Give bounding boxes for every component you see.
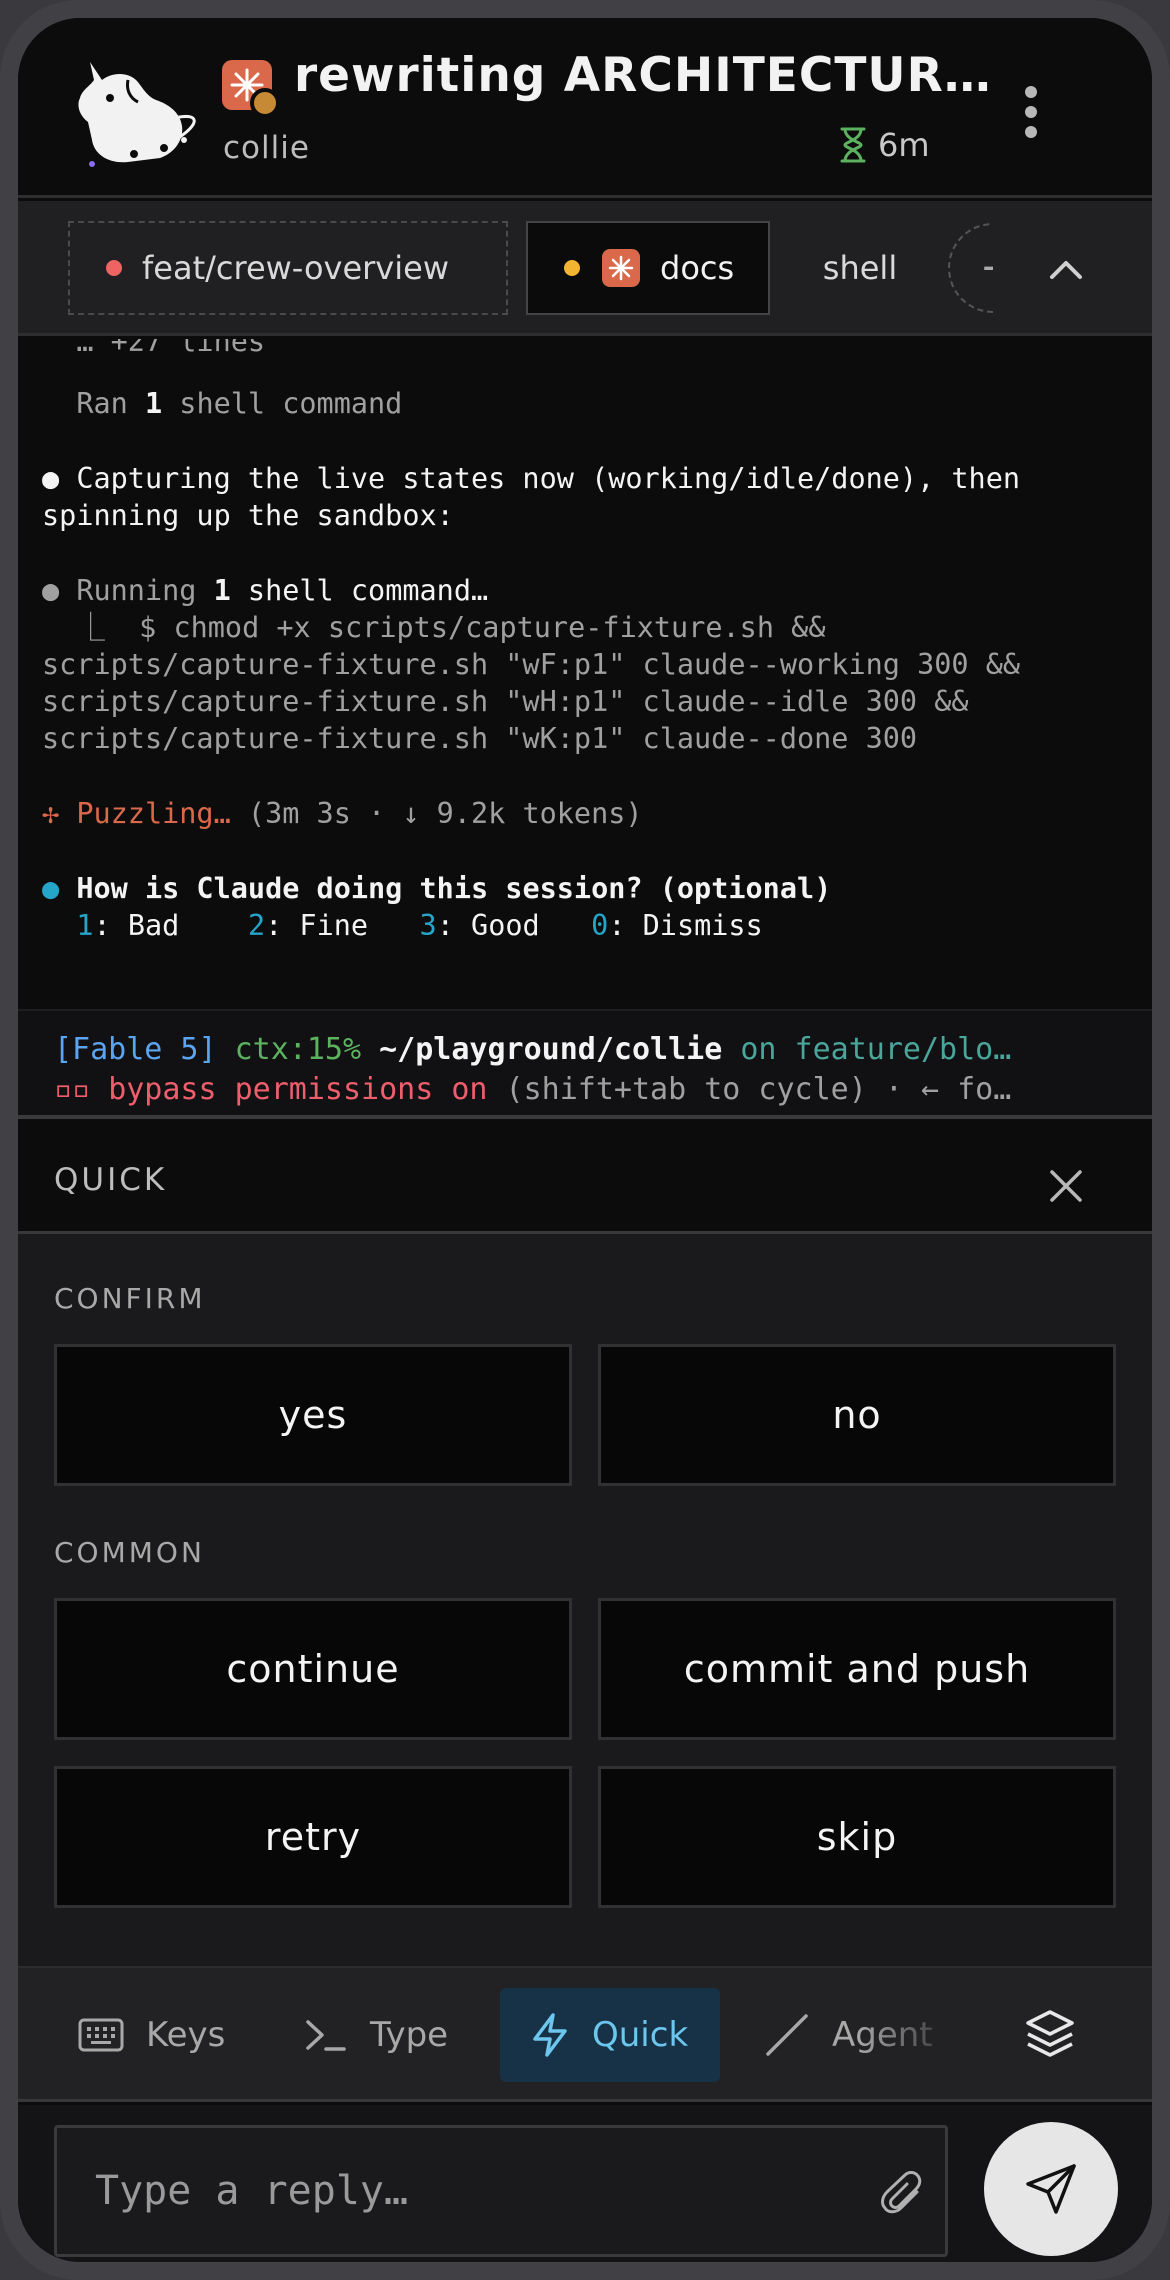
agent-star-icon [602, 249, 640, 287]
quick-button-no[interactable]: no [598, 1344, 1116, 1486]
tab-shell[interactable]: shell [790, 221, 930, 315]
tab-docs[interactable]: docs [526, 221, 770, 315]
quick-button-commit-and-push[interactable]: commit and push [598, 1598, 1116, 1740]
reply-composer: Type a reply… [18, 2105, 1152, 2262]
tab-label: docs [660, 249, 735, 287]
elapsed-time: 6m [878, 126, 930, 164]
mode-tab-type[interactable]: Type [304, 1988, 448, 2082]
lightning-icon [533, 2013, 567, 2057]
reply-placeholder: Type a reply… [95, 2168, 409, 2214]
send-button[interactable] [984, 2122, 1118, 2256]
mode-tab-quick[interactable]: Quick [500, 1988, 720, 2082]
slash-icon [766, 2014, 808, 2056]
send-icon [1026, 2164, 1076, 2214]
terminal-line: ● How is Claude doing this session? (opt… [42, 872, 832, 905]
app-screen: rewriting ARCHITECTUR… collie 6m feat/cr… [18, 18, 1152, 2262]
mode-label: Type [370, 2015, 449, 2055]
tab-status-dot-icon [106, 260, 122, 276]
terminal-line: scripts/capture-fixture.sh "wK:p1" claud… [42, 722, 918, 755]
kebab-dot-icon [1025, 86, 1037, 98]
terminal-status-line: [Fable 5] ctx:15% ~/playground/collie on… [18, 1009, 1152, 1119]
tab-label: shell [822, 249, 898, 287]
quick-panel-header: QUICK [18, 1124, 1152, 1234]
quick-button-skip[interactable]: skip [598, 1766, 1116, 1908]
section-label-common: COMMON [54, 1536, 205, 1569]
hourglass-icon [840, 127, 866, 163]
terminal-line: ● Capturing the live states now (working… [42, 462, 1021, 495]
quick-button-yes[interactable]: yes [54, 1344, 572, 1486]
status-dot-icon [250, 88, 280, 118]
terminal-line: 1: Bad 2: Fine 3: Good 0: Dismiss [76, 909, 763, 942]
reply-input[interactable]: Type a reply… [54, 2125, 948, 2257]
kebab-dot-icon [1025, 106, 1037, 118]
paperclip-icon[interactable] [879, 2170, 929, 2220]
session-title[interactable]: rewriting ARCHITECTUR… [294, 48, 994, 103]
app-header: rewriting ARCHITECTUR… collie 6m [18, 18, 1152, 198]
status-line-2: ▫▫ bypass permissions on (shift+tab to c… [54, 1072, 1012, 1107]
terminal-prompt-icon [306, 2020, 346, 2051]
mode-tab-keys[interactable]: Keys [78, 1988, 225, 2082]
terminal-line: Ran 1 shell command [42, 387, 403, 420]
terminal-line: … +27 lines [42, 339, 266, 358]
tab-feat-crew-overview[interactable]: feat/crew-overview [68, 221, 508, 315]
terminal-line: spinning up the sandbox: [42, 499, 454, 532]
session-tab-bar: feat/crew-overview docs shell + [18, 201, 1152, 336]
more-menu-button[interactable] [1018, 78, 1044, 158]
input-mode-bar: Keys Type Quick Agent [18, 1966, 1152, 2102]
quick-button-continue[interactable]: continue [54, 1598, 572, 1740]
session-agent-icon [222, 60, 280, 118]
elapsed-timer: 6m [838, 126, 930, 164]
section-label-confirm: CONFIRM [54, 1282, 206, 1315]
mode-label: Quick [592, 2015, 689, 2055]
terminal-line: ✢ Puzzling… (3m 3s · ↓ 9.2k tokens) [42, 797, 643, 830]
mode-scroll-fade [858, 1968, 1008, 2099]
quick-panel: QUICK CONFIRM yes no COMMON continue com… [18, 1124, 1152, 1966]
terminal-line: ● Running 1 shell command… [42, 574, 489, 607]
status-line-1: [Fable 5] ctx:15% ~/playground/collie on… [54, 1032, 1012, 1067]
terminal-line: scripts/capture-fixture.sh "wF:p1" claud… [42, 648, 1021, 681]
tab-status-dot-icon [564, 260, 580, 276]
terminal-output[interactable]: … +27 lines Ran 1 shell command ● Captur… [18, 339, 1152, 994]
quick-button-retry[interactable]: retry [54, 1766, 572, 1908]
device-frame: rewriting ARCHITECTUR… collie 6m feat/cr… [0, 0, 1170, 2280]
terminal-line: scripts/capture-fixture.sh "wH:p1" claud… [42, 685, 969, 718]
terminal-line: ⎿ $ chmod +x scripts/capture-fixture.sh … [42, 611, 826, 644]
chevron-up-icon[interactable] [1036, 241, 1096, 297]
close-icon[interactable] [1048, 1168, 1084, 1204]
keyboard-icon [78, 2018, 124, 2052]
kebab-dot-icon [1025, 126, 1037, 138]
quick-panel-title: QUICK [54, 1162, 168, 1198]
project-name: collie [223, 130, 310, 166]
layers-icon[interactable] [1022, 2006, 1078, 2062]
mode-label: Keys [146, 2015, 226, 2055]
tab-label: feat/crew-overview [142, 249, 449, 287]
collie-logo [78, 62, 196, 167]
